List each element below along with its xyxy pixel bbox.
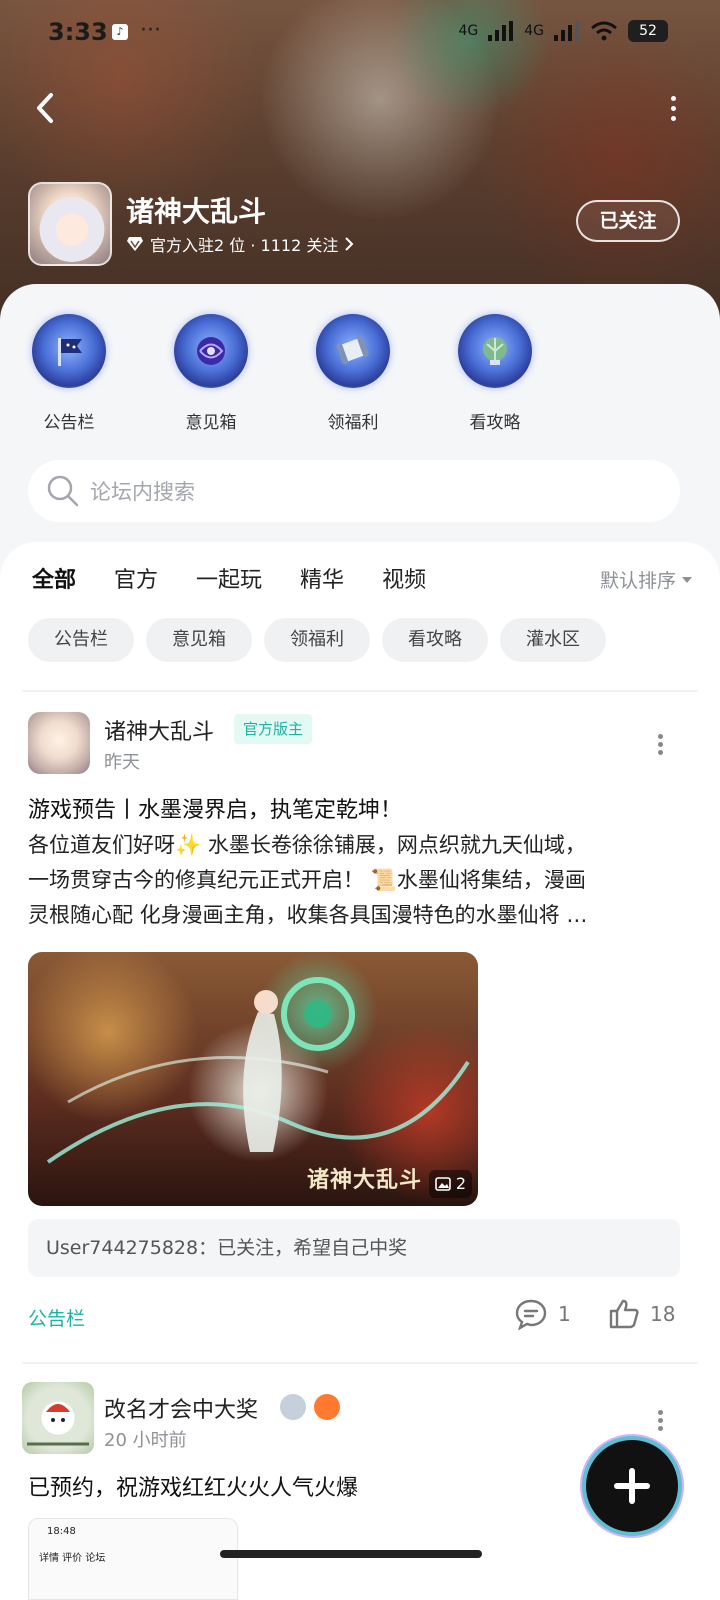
more-options-icon[interactable]: [666, 96, 680, 126]
official-moderator-badge: 官方版主: [234, 714, 313, 744]
feed-tabs: 全部 官方 一起玩 精华 视频: [32, 562, 426, 598]
chip-rewards[interactable]: 领福利: [264, 618, 370, 662]
comment-count: 1: [558, 1302, 571, 1326]
chip-guides[interactable]: 看攻略: [382, 618, 488, 662]
category-chips: 公告栏 意见箱 领福利 看攻略 灌水区: [28, 618, 606, 662]
status-icons: 4G 4G 52: [458, 20, 668, 42]
galaxy-icon: [174, 314, 248, 388]
post-image[interactable]: 诸神大乱斗 2: [28, 952, 478, 1206]
like-button[interactable]: 18: [608, 1298, 675, 1330]
caret-down-icon: [682, 576, 692, 583]
tab-all[interactable]: 全部: [32, 562, 76, 598]
like-count: 18: [650, 1302, 676, 1326]
banner-flag-icon: [32, 314, 106, 388]
quick-link-guides[interactable]: 看攻略: [440, 314, 550, 433]
quick-link-label: 领福利: [327, 413, 379, 433]
chip-feedback[interactable]: 意见箱: [146, 618, 252, 662]
forum-search-input[interactable]: 论坛内搜索: [28, 460, 680, 522]
signal-icon: [488, 21, 514, 41]
search-icon: [47, 475, 79, 507]
divider: [22, 690, 698, 692]
back-arrow-icon[interactable]: [28, 90, 64, 126]
image-count-badge: 2: [428, 1170, 472, 1198]
comment-count-button[interactable]: 1: [514, 1298, 571, 1330]
chevron-right-icon: [345, 237, 354, 251]
post-body-line: 各位道友们好呀✨ 水墨长卷徐徐铺展，网点织就九天仙域，: [28, 833, 586, 857]
forum-avatar: [28, 182, 112, 266]
network-4g-label: 4G: [458, 23, 479, 39]
quick-link-feedback[interactable]: 意见箱: [156, 314, 266, 433]
quick-link-rewards[interactable]: 领福利: [298, 314, 408, 433]
search-placeholder: 论坛内搜索: [90, 480, 195, 504]
tab-play-together[interactable]: 一起玩: [196, 562, 262, 594]
wifi-icon: [591, 21, 617, 41]
post-body-line: 一场贯穿古今的修真纪元正式开启！ 📜水墨仙将集结，漫画: [28, 868, 586, 892]
diamond-icon: [127, 237, 143, 251]
post-author-name[interactable]: 改名才会中大奖: [104, 1392, 258, 1424]
post-time: 20 小时前: [104, 1430, 187, 1451]
quick-link-label: 公告栏: [43, 413, 95, 433]
leaf-book-icon: [458, 314, 532, 388]
battery-icon: 52: [628, 20, 668, 42]
image-icon: [435, 1177, 451, 1191]
post-time: 昨天: [104, 752, 140, 773]
image-count: 2: [455, 1174, 466, 1193]
tab-official[interactable]: 官方: [114, 562, 158, 594]
network-4g-label-2: 4G: [524, 23, 544, 39]
forum-meta[interactable]: 官方入驻2 位 · 1112 关注: [126, 232, 354, 256]
content-panel: 公告栏 意见箱 领福利 看攻略 论坛内搜索 全部 官方 一起玩 精华 视频 默认…: [0, 284, 720, 1600]
status-bar: 3:33 ♪ ··· 4G 4G 52: [0, 0, 720, 64]
post-more-icon[interactable]: [658, 1410, 664, 1432]
chip-announcement[interactable]: 公告栏: [28, 618, 134, 662]
tab-video[interactable]: 视频: [382, 562, 426, 594]
post-author-avatar[interactable]: [28, 712, 90, 774]
forum-meta-text: 官方入驻2 位 · 1112 关注: [150, 236, 339, 255]
post-more-icon[interactable]: [658, 734, 664, 756]
post-body[interactable]: 各位道友们好呀✨ 水墨长卷徐徐铺展，网点织就九天仙域， 一场贯穿古今的修真纪元正…: [28, 828, 692, 933]
thumbnail-time: 18:48: [47, 1526, 76, 1537]
quick-link-announcement[interactable]: 公告栏: [14, 314, 124, 433]
quick-link-label: 意见箱: [185, 413, 237, 433]
post-category-tag[interactable]: 公告栏: [28, 1304, 85, 1331]
post-author-name[interactable]: 诸神大乱斗: [104, 714, 214, 746]
music-notification-icon: ♪: [112, 24, 128, 40]
sort-label: 默认排序: [599, 570, 676, 592]
sort-dropdown[interactable]: 默认排序: [600, 566, 692, 593]
thumbs-up-icon: [609, 1299, 639, 1329]
forum-title: 诸神大乱斗: [126, 195, 267, 228]
tab-featured[interactable]: 精华: [300, 562, 344, 594]
status-time: 3:33: [48, 18, 108, 46]
gamer-badge-icon: [314, 1394, 340, 1420]
post-feed: 全部 官方 一起玩 精华 视频 默认排序 公告栏 意见箱 领福利 看攻略 灌水区…: [0, 542, 720, 1600]
create-post-button[interactable]: [586, 1440, 678, 1532]
comment-preview[interactable]: User744275828：已关注，希望自己中奖: [28, 1219, 680, 1277]
quick-link-label: 看攻略: [469, 413, 521, 433]
post-body[interactable]: 已预约，祝游戏红红火火人气火爆: [28, 1470, 358, 1502]
level-badge-icon: [280, 1394, 306, 1420]
follow-button[interactable]: 已关注: [576, 200, 680, 242]
signal-icon-2: [554, 21, 579, 41]
more-notifications-icon: ···: [140, 18, 161, 43]
scroll-icon: [316, 314, 390, 388]
divider: [22, 1362, 698, 1364]
post-title[interactable]: 游戏预告丨水墨漫界启，执笔定乾坤！: [28, 792, 402, 824]
game-logo-watermark: 诸神大乱斗: [306, 1167, 422, 1193]
home-indicator[interactable]: [220, 1550, 482, 1558]
thumbnail-nav: 详情 评价 论坛: [39, 1553, 106, 1564]
post-author-avatar[interactable]: [22, 1382, 94, 1454]
comment-icon: [515, 1299, 547, 1330]
quick-links: 公告栏 意见箱 领福利 看攻略: [0, 314, 720, 434]
chip-chat[interactable]: 灌水区: [500, 618, 606, 662]
post-body-line: 灵根随心配 化身漫画主角，收集各具国漫特色的水墨仙将 …: [28, 903, 588, 927]
post-screenshot-thumbnail[interactable]: 18:48 详情 评价 论坛: [28, 1518, 238, 1600]
